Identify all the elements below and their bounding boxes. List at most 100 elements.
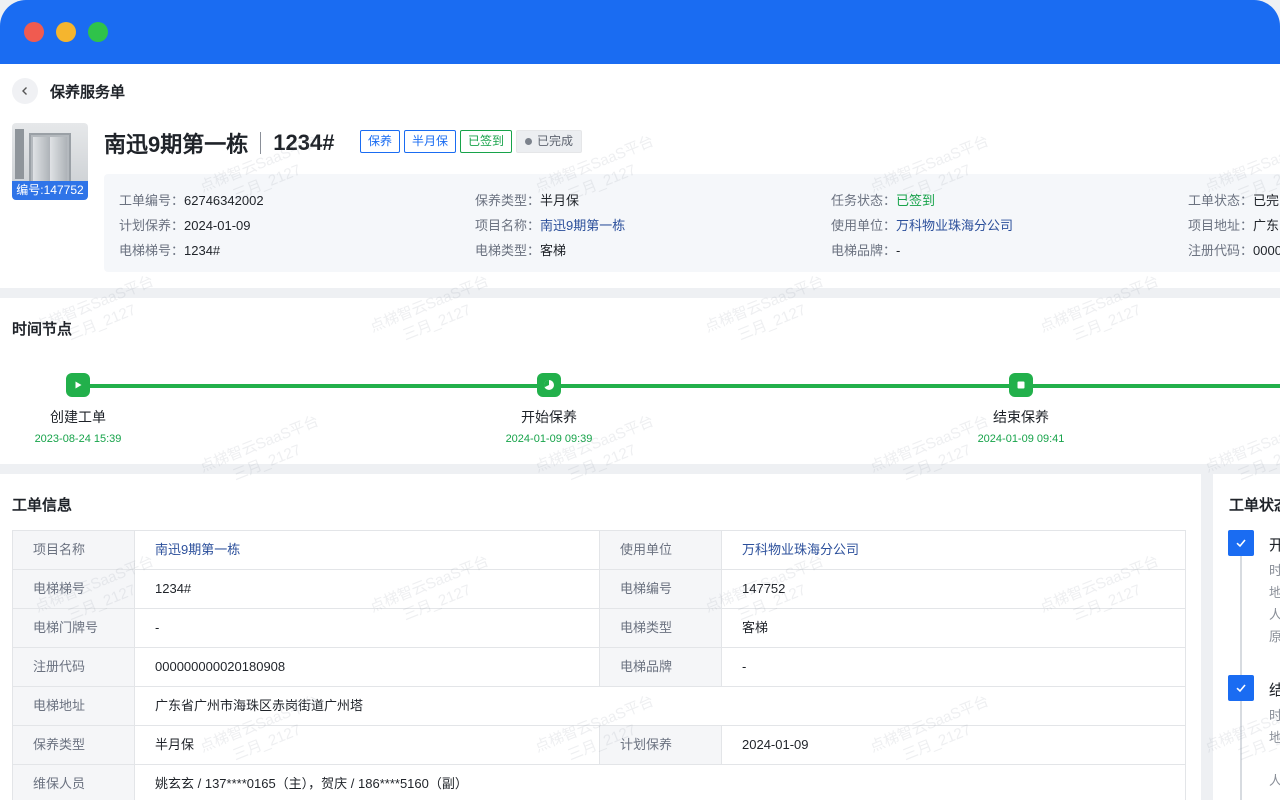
table-value: 客梯 [742, 620, 769, 635]
elevator-id-badge: 编号:147752 [12, 181, 88, 200]
table-key: 电梯地址 [13, 687, 135, 725]
table-value: 000000000020180908 [135, 648, 600, 686]
status-step-line: 人 [1269, 773, 1280, 788]
table-value: 南迅9期第一栋 [135, 531, 600, 569]
status-step-start [1228, 530, 1254, 556]
table-row: 注册代码 000000000020180908 电梯品牌 - [13, 648, 1185, 687]
table-row: 电梯门牌号 - 电梯类型 客梯 [13, 609, 1185, 648]
title-divider [260, 132, 262, 154]
info-order-no: 工单编号：62746342002 [119, 193, 264, 208]
check-icon [1236, 539, 1246, 548]
table-row: 电梯梯号 1234# 电梯编号 147752 [13, 570, 1185, 609]
status-tags: 保养 半月保 已签到 已完成 [360, 130, 583, 153]
info-plan-date: 计划保养：2024-01-09 [119, 218, 251, 233]
status-step-line: 时 [1269, 563, 1280, 578]
status-badge-label: 已完成 [537, 134, 574, 148]
timeline-time-start: 2024-01-09 09:39 [505, 433, 593, 445]
status-step-line: 地 [1269, 585, 1280, 600]
table-row: 项目名称 南迅9期第一栋 使用单位 万科物业珠海分公司 [13, 531, 1185, 570]
status-step-name: 结 [1269, 682, 1280, 699]
info-project-address: 项目地址：广东 [1188, 218, 1280, 233]
table-key: 注册代码 [13, 648, 135, 686]
check-icon [1236, 684, 1246, 693]
project-name-table-link[interactable]: 南迅9期第一栋 [155, 542, 240, 557]
table-key: 使用单位 [600, 531, 722, 569]
tag-maintenance: 保养 [360, 130, 401, 153]
timeline-time-end: 2024-01-09 09:41 [977, 433, 1065, 445]
info-project-name: 项目名称：南迅9期第一栋 [475, 218, 626, 233]
table-key: 电梯门牌号 [13, 609, 135, 647]
order-info-title: 工单信息 [12, 497, 73, 514]
minimize-window-button[interactable] [56, 22, 76, 42]
elevator-title: 南迅9期第一栋 1234# [104, 127, 334, 159]
table-value: 半月保 [135, 726, 600, 764]
info-maint-type: 保养类型：半月保 [475, 193, 580, 208]
status-step-line: 地 [1269, 730, 1280, 745]
table-key: 电梯类型 [600, 609, 722, 647]
status-step-line: 原 [1269, 629, 1280, 644]
timeline-label-start: 开始保养 [521, 409, 577, 425]
table-key: 保养类型 [13, 726, 135, 764]
info-task-status: 任务状态：已签到 [831, 193, 936, 208]
table-row: 维保人员 姚玄玄 / 137****0165（主），贺庆 / 186****51… [13, 765, 1185, 800]
status-step-name: 开 [1269, 537, 1280, 554]
info-elevator-type: 电梯类型：客梯 [475, 243, 567, 258]
play-icon [75, 381, 82, 389]
user-unit-table-link[interactable]: 万科物业珠海分公司 [742, 542, 859, 557]
project-name-link[interactable]: 南迅9期第一栋 [540, 218, 625, 233]
order-status-card: 工单状态 开 时 地 人 原 结 时 地 人 [1213, 474, 1280, 800]
info-brand: 电梯品牌：- [831, 243, 901, 258]
info-order-status: 工单状态：已完 [1188, 193, 1280, 208]
tag-signed: 已签到 [460, 130, 513, 153]
back-button[interactable] [12, 78, 38, 104]
order-info-card: 工单信息 项目名称 南迅9期第一栋 使用单位 万科物业珠海分公司 电梯梯号 12… [0, 474, 1201, 800]
window-titlebar [0, 0, 1280, 64]
timeline-label-create: 创建工单 [50, 409, 106, 425]
timeline-label-end: 结束保养 [993, 409, 1049, 425]
app-content: 保养服务单 编号:147752 南迅9期第一栋 1234# 保养 半月保 已签到… [0, 64, 1280, 800]
elevator-number: 1234# [273, 130, 335, 155]
table-value: 万科物业珠海分公司 [722, 531, 1185, 569]
status-badge: 已完成 [516, 130, 583, 153]
page-title: 保养服务单 [50, 84, 126, 101]
order-status-title: 工单状态 [1229, 497, 1280, 514]
table-value: 姚玄玄 / 137****0165（主），贺庆 / 186****5160（副） [155, 776, 468, 791]
table-value: 147752 [742, 581, 786, 596]
timeline-title: 时间节点 [12, 321, 73, 338]
table-value: 1234# [135, 570, 600, 608]
info-reg-code: 注册代码：0000 [1188, 243, 1280, 258]
table-value: - [742, 659, 747, 674]
table-key: 项目名称 [13, 531, 135, 569]
timeline-time-create: 2023-08-24 15:39 [34, 433, 122, 445]
progress-icon [543, 380, 554, 390]
status-step-line: 时 [1269, 708, 1280, 723]
close-window-button[interactable] [24, 22, 44, 42]
tag-type: 半月保 [404, 130, 457, 153]
chevron-left-icon [22, 87, 27, 95]
elevator-name: 南迅9期第一栋 [104, 132, 249, 157]
table-row: 电梯地址 广东省广州市海珠区赤岗街道广州塔 [13, 687, 1185, 726]
timeline-card: 时间节点 创建工单 2023-08-24 15:39 开始保养 2024-01-… [0, 298, 1280, 464]
table-value: 广东省广州市海珠区赤岗街道广州塔 [155, 698, 364, 713]
timeline-track [78, 384, 1280, 388]
table-key: 计划保养 [600, 726, 722, 764]
status-step-line: 人 [1269, 607, 1280, 622]
timeline-node-start [537, 373, 561, 397]
stop-icon [1017, 381, 1025, 389]
maximize-window-button[interactable] [88, 22, 108, 42]
status-step-end [1228, 675, 1254, 701]
header-card: 保养服务单 编号:147752 南迅9期第一栋 1234# 保养 半月保 已签到… [0, 64, 1280, 288]
user-unit-link[interactable]: 万科物业珠海分公司 [896, 218, 1013, 233]
info-user-unit: 使用单位：万科物业珠海分公司 [831, 218, 1014, 233]
table-value: - [135, 609, 600, 647]
summary-info-box: 工单编号：62746342002 计划保养：2024-01-09 电梯梯号：12… [104, 174, 1280, 272]
table-key: 电梯梯号 [13, 570, 135, 608]
table-row: 保养类型 半月保 计划保养 2024-01-09 [13, 726, 1185, 765]
table-value: 2024-01-09 [742, 737, 809, 752]
table-key: 电梯品牌 [600, 648, 722, 686]
order-info-table: 项目名称 南迅9期第一栋 使用单位 万科物业珠海分公司 电梯梯号 1234# 电… [12, 530, 1186, 800]
timeline-node-create [66, 373, 90, 397]
info-elevator-no: 电梯梯号：1234# [119, 243, 221, 258]
table-key: 维保人员 [13, 765, 135, 800]
table-key: 电梯编号 [600, 570, 722, 608]
